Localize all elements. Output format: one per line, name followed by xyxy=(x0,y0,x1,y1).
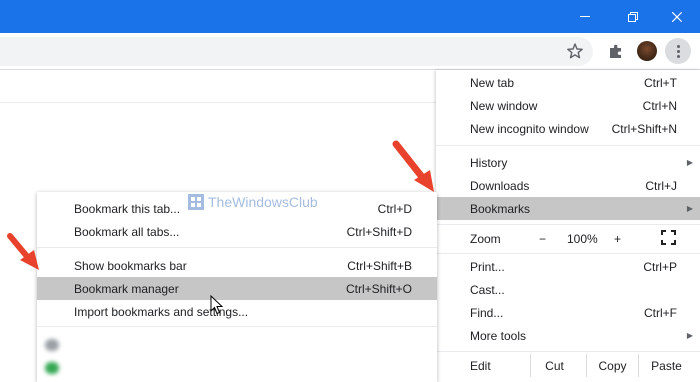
menu-item-shortcut: Ctrl+P xyxy=(643,259,677,274)
menu-item-label: Cast... xyxy=(470,282,505,297)
zoom-label: Zoom xyxy=(470,231,501,246)
menu-item-label: Bookmark all tabs... xyxy=(74,224,180,239)
menu-separator xyxy=(436,253,700,254)
menu-item-new-tab[interactable]: New tab Ctrl+T xyxy=(436,71,700,94)
menu-item-shortcut: Ctrl+F xyxy=(644,305,677,320)
menu-item-label: New tab xyxy=(470,75,515,90)
browser-toolbar xyxy=(0,33,700,70)
menu-separator xyxy=(436,351,700,352)
page-divider xyxy=(0,102,436,103)
bookmark-favicon[interactable] xyxy=(45,339,59,351)
menu-item-label: Bookmark this tab... xyxy=(74,201,181,216)
menu-separator xyxy=(436,145,700,146)
menu-separator xyxy=(37,247,437,248)
menu-item-shortcut: Ctrl+Shift+D xyxy=(346,224,412,239)
zoom-in-button[interactable]: + xyxy=(614,232,621,246)
bookmark-favicon[interactable] xyxy=(45,362,59,374)
submenu-item-bookmark-all-tabs[interactable]: Bookmark all tabs... Ctrl+Shift+D xyxy=(37,220,437,243)
menu-item-bookmarks[interactable]: Bookmarks ▶ xyxy=(436,197,700,220)
zoom-out-button[interactable]: − xyxy=(539,232,546,246)
menu-item-cast[interactable]: Cast... xyxy=(436,278,700,301)
menu-item-shortcut: Ctrl+Shift+B xyxy=(347,258,412,273)
menu-item-shortcut: Ctrl+T xyxy=(644,75,677,90)
close-button[interactable] xyxy=(654,0,700,33)
minimize-button[interactable] xyxy=(562,0,608,33)
menu-item-history[interactable]: History ▶ xyxy=(436,151,700,174)
bookmarks-submenu: Bookmark this tab... Ctrl+D Bookmark all… xyxy=(37,192,437,382)
zoom-value: 100% xyxy=(567,231,598,246)
cut-button[interactable]: Cut xyxy=(530,354,578,377)
watermark-logo-icon xyxy=(188,194,204,210)
chevron-right-icon: ▶ xyxy=(686,204,693,213)
star-icon[interactable] xyxy=(566,42,584,60)
close-icon xyxy=(672,11,682,22)
mouse-cursor-icon xyxy=(210,295,224,315)
menu-item-label: New incognito window xyxy=(470,121,589,136)
minimize-icon xyxy=(580,16,590,17)
submenu-item-bookmark-manager[interactable]: Bookmark manager Ctrl+Shift+O xyxy=(37,277,437,300)
menu-item-label: Show bookmarks bar xyxy=(74,258,187,273)
puzzle-icon[interactable] xyxy=(607,42,625,60)
submenu-item-show-bookmarks-bar[interactable]: Show bookmarks bar Ctrl+Shift+B xyxy=(37,254,437,277)
paste-button[interactable]: Paste xyxy=(638,354,694,377)
menu-item-shortcut: Ctrl+J xyxy=(645,178,677,193)
menu-edit-row: Edit Cut Copy Paste xyxy=(436,354,700,377)
menu-item-shortcut: Ctrl+Shift+N xyxy=(611,121,677,136)
arrow-annotation-icon xyxy=(392,140,434,192)
menu-item-shortcut: Ctrl+Shift+O xyxy=(345,281,412,296)
chrome-main-menu: New tab Ctrl+T New window Ctrl+N New inc… xyxy=(436,70,700,382)
restore-button[interactable] xyxy=(608,0,654,33)
menu-item-label: Bookmarks xyxy=(470,201,531,216)
menu-item-label: History xyxy=(470,155,508,170)
menu-item-label: More tools xyxy=(470,328,527,343)
kebab-menu-icon[interactable] xyxy=(665,38,691,64)
avatar[interactable] xyxy=(637,41,657,61)
arrow-annotation-icon xyxy=(7,233,39,270)
menu-item-new-window[interactable]: New window Ctrl+N xyxy=(436,94,700,117)
edit-label: Edit xyxy=(470,358,491,373)
fullscreen-icon[interactable] xyxy=(661,230,676,245)
menu-zoom-row: Zoom − 100% + xyxy=(436,227,700,250)
submenu-item-import-bookmarks[interactable]: Import bookmarks and settings... xyxy=(37,300,437,323)
menu-item-new-incognito-window[interactable]: New incognito window Ctrl+Shift+N xyxy=(436,117,700,140)
menu-item-label: Bookmark manager xyxy=(74,281,179,296)
chevron-right-icon: ▶ xyxy=(686,158,693,167)
chevron-right-icon: ▶ xyxy=(686,331,693,340)
menu-item-label: Find... xyxy=(470,305,504,320)
menu-item-print[interactable]: Print... Ctrl+P xyxy=(436,255,700,278)
menu-separator xyxy=(37,326,437,327)
menu-item-label: Downloads xyxy=(470,178,530,193)
watermark-text: TheWindowsClub xyxy=(208,194,318,210)
menu-separator xyxy=(436,224,700,225)
title-bar xyxy=(0,0,700,33)
address-bar[interactable] xyxy=(0,37,593,66)
watermark: TheWindowsClub xyxy=(188,192,358,212)
menu-item-shortcut: Ctrl+N xyxy=(642,98,677,113)
menu-item-downloads[interactable]: Downloads Ctrl+J xyxy=(436,174,700,197)
menu-item-more-tools[interactable]: More tools ▶ xyxy=(436,324,700,347)
menu-item-shortcut: Ctrl+D xyxy=(377,201,412,216)
menu-item-label: New window xyxy=(470,98,538,113)
menu-item-label: Print... xyxy=(470,259,505,274)
copy-button[interactable]: Copy xyxy=(586,354,638,377)
menu-item-find[interactable]: Find... Ctrl+F xyxy=(436,301,700,324)
